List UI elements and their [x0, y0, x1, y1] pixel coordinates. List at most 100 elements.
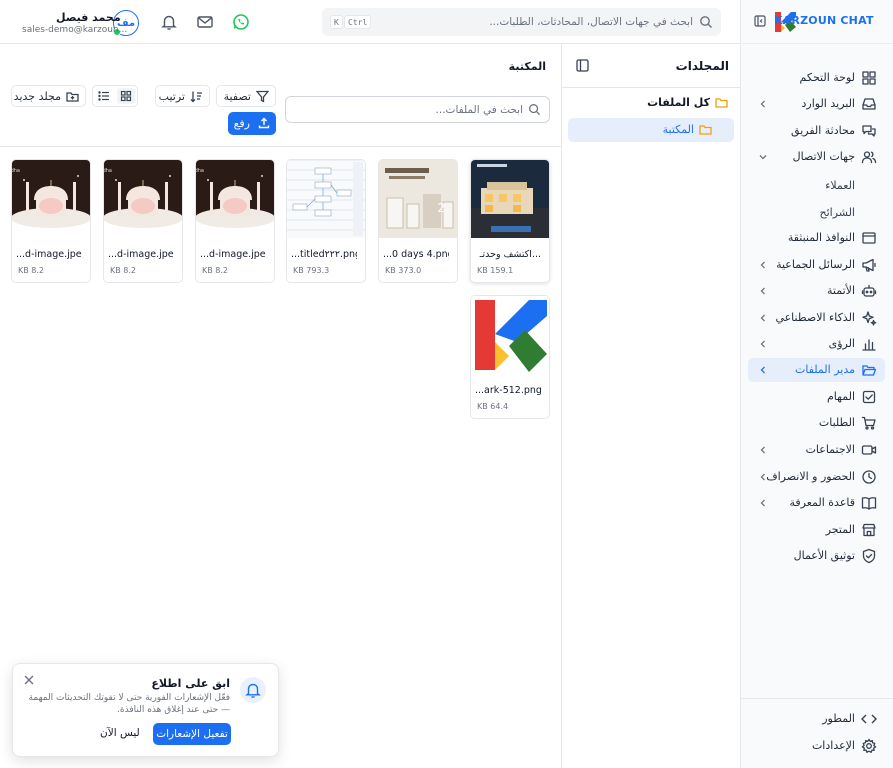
sidebar-item-label: جهات الاتصال — [792, 150, 855, 163]
new-folder-label: مجلد جديد — [13, 90, 61, 103]
folder-label: كل الملفات — [647, 96, 710, 109]
chevron-left-icon[interactable] — [758, 99, 768, 109]
sidebar: KARZOUN CHAT لوحة التحكم البريد الوارد محا… — [740, 0, 893, 768]
sidebar-item-label: الاجتماعات — [805, 443, 855, 456]
sidebar-item-popup[interactable]: النوافذ المنبثقة — [748, 226, 885, 250]
file-card[interactable]: اكتشف وحدتـ... 159.1 KB — [470, 159, 550, 283]
dashboard-icon — [861, 70, 877, 86]
sidebar-collapse-icon[interactable] — [754, 15, 766, 27]
sidebar-item-megaphone[interactable]: الرسائل الجماعية — [748, 253, 885, 277]
brand-header: KARZOUN CHAT — [740, 0, 893, 44]
chevron-left-icon[interactable] — [758, 365, 768, 375]
chevron-left-icon[interactable] — [758, 472, 768, 482]
sidebar-item-shield-check[interactable]: توثيق الأعمال — [748, 544, 885, 568]
sidebar-item-label: توثيق الأعمال — [793, 549, 855, 562]
file-size: 64.4 KB — [477, 402, 509, 411]
sort-button[interactable]: ترتيب — [155, 85, 210, 107]
folder-label: المكتبة — [662, 123, 694, 136]
sidebar-item-settings[interactable]: الإعدادات — [748, 734, 885, 758]
list-view-icon[interactable] — [95, 88, 113, 104]
search-icon — [528, 103, 541, 116]
sidebar-item-inbox[interactable]: البريد الوارد — [748, 92, 885, 116]
panel-toggle-icon[interactable] — [576, 59, 589, 72]
file-card[interactable]: ...titled٢٢٢.png 793.3 KB — [286, 159, 366, 283]
search-placeholder: ابحث في جهات الاتصال، المحادثات، الطلبات… — [489, 16, 693, 28]
enable-notifications-button[interactable]: تفعيل الإشعارات — [153, 723, 231, 745]
global-search-input[interactable]: ابحث في جهات الاتصال، المحادثات، الطلبات… — [322, 8, 721, 36]
not-now-button[interactable]: ليس الآن — [100, 727, 140, 739]
new-folder-button[interactable]: مجلد جديد — [11, 85, 86, 107]
toolbar-divider — [0, 146, 561, 147]
sidebar-item-video[interactable]: الاجتماعات — [748, 438, 885, 462]
sidebar-item-chart[interactable]: الرؤى — [748, 332, 885, 356]
sidebar-item-label: قاعدة المعرفة — [789, 496, 855, 509]
sidebar-item-label: لوحة التحكم — [799, 71, 855, 84]
folder-plus-icon — [66, 90, 79, 103]
sidebar-item-bot[interactable]: الأتمتة — [748, 279, 885, 303]
file-thumbnail — [471, 160, 549, 238]
sidebar-item-book[interactable]: قاعدة المعرفة — [748, 491, 885, 515]
file-card[interactable]: Eid al-Adha ...d-image.jpeg 8.2 KB — [195, 159, 275, 283]
filter-label: تصفية — [223, 90, 251, 103]
file-card[interactable]: Eid al-Adha ...d-image.jpeg 8.2 KB — [103, 159, 183, 283]
sidebar-item-label: الإعدادات — [811, 739, 855, 752]
mail-icon[interactable] — [196, 13, 214, 31]
file-size: 8.2 KB — [110, 266, 137, 275]
folder-all-files[interactable]: كل الملفات — [568, 91, 734, 115]
upload-button[interactable]: رفع — [228, 112, 276, 135]
sort-icon — [190, 90, 203, 103]
sidebar-item-users[interactable]: جهات الاتصال — [748, 145, 885, 169]
sidebar-item-dashboard[interactable]: لوحة التحكم — [748, 66, 885, 90]
file-name: ...d-image.jpeg — [108, 249, 174, 260]
sparkles-icon — [861, 310, 877, 326]
chevron-down-icon[interactable] — [758, 152, 768, 162]
chevron-left-icon[interactable] — [758, 445, 768, 455]
chart-icon — [861, 336, 877, 352]
file-thumbnail: Eid al-Adha — [196, 160, 274, 238]
sidebar-item-folder-open[interactable]: مدير الملفات — [748, 358, 885, 382]
sidebar-item-store[interactable]: المتجر — [748, 518, 885, 542]
sidebar-item-clock[interactable]: الحضور و الانصراف — [748, 465, 885, 489]
chevron-left-icon[interactable] — [758, 260, 768, 270]
bell-icon[interactable] — [160, 13, 178, 31]
sidebar-item-label: الرؤى — [828, 337, 855, 350]
book-icon — [861, 495, 877, 511]
sidebar-item-developer[interactable]: المطور — [748, 707, 885, 731]
sidebar-item-label: المتجر — [825, 523, 855, 536]
sidebar-subitem-customers[interactable]: العملاء — [825, 179, 855, 192]
notification-toast: ابق على اطلاع فعّل الإشعارات الفورية حتى… — [12, 663, 279, 757]
chevron-left-icon[interactable] — [758, 286, 768, 296]
task-icon — [861, 389, 877, 405]
sidebar-subitem-segments[interactable]: الشرائح — [819, 206, 855, 219]
chevron-left-icon[interactable] — [758, 339, 768, 349]
chevron-left-icon[interactable] — [758, 498, 768, 508]
file-card[interactable]: 2 ...0 days 4.png 373.0 KB — [378, 159, 458, 283]
search-icon — [699, 15, 713, 29]
sidebar-item-label: مدير الملفات — [795, 363, 855, 376]
file-search-input[interactable]: ابحث في الملفات... — [285, 96, 550, 123]
sidebar-item-label: محادثة الفريق — [791, 124, 855, 137]
sidebar-item-chat[interactable]: محادثة الفريق — [748, 119, 885, 143]
upload-label: رفع — [233, 117, 250, 130]
folder-library[interactable]: المكتبة — [568, 118, 734, 142]
file-name: ...d-image.jpeg — [200, 249, 266, 260]
svg-text:Eid al-Adha: Eid al-Adha — [12, 168, 20, 174]
toast-body: فعّل الإشعارات الفورية حتى لا تفوتك التح… — [28, 693, 230, 703]
clock-icon — [861, 469, 877, 485]
chevron-left-icon[interactable] — [758, 313, 768, 323]
file-name: ...d-image.jpeg — [16, 249, 82, 260]
file-card[interactable]: ...ark-512.png 64.4 KB — [470, 295, 550, 419]
whatsapp-icon[interactable] — [232, 13, 250, 31]
sidebar-item-label: الأتمتة — [827, 284, 855, 297]
sidebar-item-cart[interactable]: الطلبات — [748, 411, 885, 435]
file-card[interactable]: Eid al-Adha ...d-image.jpeg 8.2 KB — [11, 159, 91, 283]
filter-button[interactable]: تصفية — [216, 85, 276, 107]
file-size: 373.0 KB — [385, 266, 422, 275]
file-size: 159.1 KB — [477, 266, 514, 275]
sidebar-item-task[interactable]: المهام — [748, 385, 885, 409]
filter-icon — [256, 90, 269, 103]
sidebar-item-sparkles[interactable]: الذكاء الاصطناعي — [748, 306, 885, 330]
grid-view-icon[interactable] — [117, 88, 135, 104]
upload-icon — [258, 117, 270, 129]
close-icon[interactable] — [24, 675, 34, 685]
